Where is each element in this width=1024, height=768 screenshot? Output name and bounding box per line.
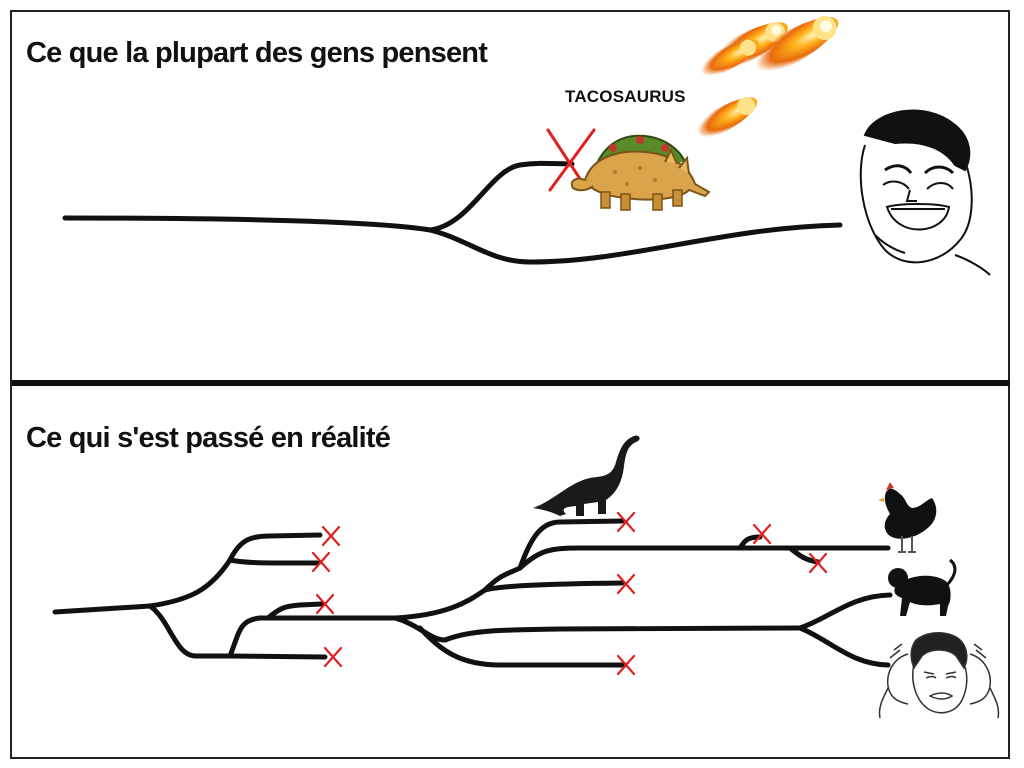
sauropod-icon [533,435,640,516]
early-upper-fork [147,557,233,609]
tacosaurus-icon [570,134,711,211]
early-extinct-1 [227,532,323,563]
human-branch [797,625,891,668]
top-extinct-branch [427,160,575,233]
evolution-diagrams [52,16,1000,719]
early-extinct-2 [227,557,321,566]
chicken-icon [878,482,937,553]
extinction-x-mark [752,523,772,545]
early-extinct-4 [227,653,328,660]
dino-clade-stem [392,587,488,621]
meteor-icon [686,16,839,143]
extinction-x-mark [321,525,341,547]
mammal-line [442,625,803,643]
monkey-icon [888,558,957,616]
laughing-face-icon [859,109,991,276]
stressed-face-icon [878,632,1000,719]
sauropod-branch [517,518,625,571]
top-trunk-branch [62,215,433,233]
early-lower-fork [147,603,233,659]
monkey-branch [797,592,893,631]
bottom-tree [52,518,893,668]
top-tree [62,160,843,265]
bird-line [517,545,891,571]
early-mid-stem [227,615,263,659]
root-branch [52,603,153,615]
dino-lower-extinct [482,580,625,593]
top-survivor-branch [427,222,843,265]
mammal-extinct [417,625,628,668]
